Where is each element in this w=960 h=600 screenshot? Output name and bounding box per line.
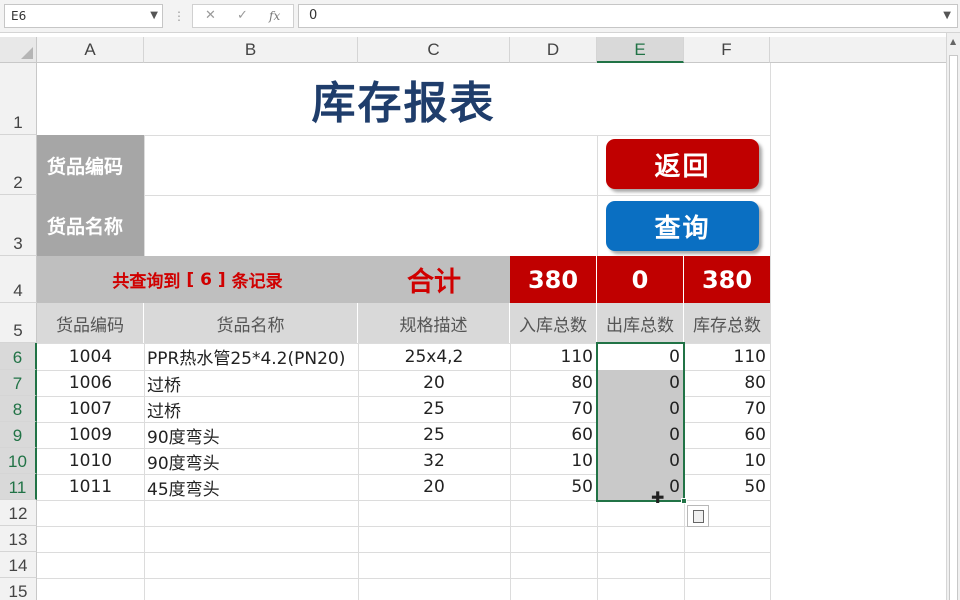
total-label: 合计 [407,267,461,298]
table-cell[interactable]: 25x4,2 [358,343,510,370]
expand-formula-bar-icon[interactable]: ▼ [943,5,951,27]
column-header-d[interactable]: D [510,37,597,63]
insert-function-icon[interactable]: fx [269,9,280,23]
column-header-c[interactable]: C [358,37,510,63]
row-header-7[interactable]: 7 [0,370,37,396]
cursor-cross-icon: ✚ [651,488,665,507]
column-header-empty [770,37,946,63]
formula-input-value: 0 [309,8,318,23]
chevron-down-icon[interactable]: ▼ [150,5,158,27]
table-cell[interactable]: 60 [684,422,770,448]
table-cell[interactable]: 25 [358,422,510,448]
column-header-b[interactable]: B [144,37,358,63]
code-label: 货品编码 [37,135,144,195]
name-label: 货品名称 [37,195,144,256]
table-cell[interactable]: 110 [510,343,597,370]
worksheet[interactable]: A B C D E F 1 2 3 4 5 6 7 8 9 10 11 12 1… [0,37,946,600]
row-header-11[interactable]: 11 [0,474,37,500]
table-cell[interactable]: 0 [597,396,684,422]
table-cell[interactable]: 1011 [37,474,144,500]
table-cell[interactable]: 1010 [37,448,144,474]
table-cell[interactable]: 1009 [37,422,144,448]
formula-input[interactable]: 0 ▼ [298,4,958,28]
quick-analysis-icon[interactable] [687,505,709,527]
table-cell[interactable]: 80 [510,370,597,396]
row-header-6[interactable]: 6 [0,343,37,370]
name-box-value: E6 [11,9,27,23]
code-input-cell[interactable] [144,135,597,195]
table-cell[interactable]: 0 [597,370,684,396]
row-header-1[interactable]: 1 [0,63,37,135]
row-header-14[interactable]: 14 [0,552,37,578]
total-stock: 380 [684,256,770,303]
record-count-text: 共查询到 [ 6 ] 条记录 [37,256,358,303]
column-header-a[interactable]: A [37,37,144,63]
back-button[interactable]: 返回 [606,139,759,189]
name-box[interactable]: E6 ▼ [4,4,163,28]
table-cell[interactable]: 过桥 [144,370,358,396]
row-header-9[interactable]: 9 [0,422,37,448]
header-stock: 库存总数 [684,303,770,343]
column-header-f[interactable]: F [684,37,770,63]
total-out: 0 [597,256,684,303]
table-cell[interactable]: 10 [510,448,597,474]
column-header-e[interactable]: E [597,37,684,63]
table-cell[interactable]: 50 [510,474,597,500]
row-header-3[interactable]: 3 [0,195,37,256]
table-cell[interactable]: 过桥 [144,396,358,422]
name-input-cell[interactable] [144,195,597,256]
table-cell[interactable]: 20 [358,370,510,396]
header-spec: 规格描述 [358,303,510,343]
header-code: 货品编码 [37,303,144,343]
table-cell[interactable]: 0 [597,448,684,474]
row-header-13[interactable]: 13 [0,526,37,552]
scrollbar-thumb[interactable] [949,55,958,600]
row-header-4[interactable]: 4 [0,256,37,303]
record-count-prefix: 共查询到 [112,272,181,292]
table-cell[interactable]: 50 [684,474,770,500]
table-cell[interactable]: 70 [684,396,770,422]
header-in: 入库总数 [510,303,597,343]
enter-icon[interactable]: ✓ [237,8,248,23]
table-cell[interactable]: PPR热水管25*4.2(PN20) [144,343,358,370]
table-cell[interactable]: 25 [358,396,510,422]
table-cell[interactable]: 70 [510,396,597,422]
formula-buttons: ✕ ✓ fx [192,4,294,28]
more-options-icon: ⋮ [173,9,186,23]
table-cell[interactable]: 90度弯头 [144,448,358,474]
row-header-5[interactable]: 5 [0,303,37,343]
fill-handle[interactable] [681,498,687,504]
formula-bar: E6 ▼ ⋮ ✕ ✓ fx 0 ▼ [0,0,960,33]
header-name: 货品名称 [144,303,358,343]
cancel-icon[interactable]: ✕ [205,8,216,23]
report-title: 库存报表 [311,78,496,129]
table-cell[interactable]: 60 [510,422,597,448]
table-cell[interactable]: 32 [358,448,510,474]
select-all-button[interactable] [0,37,37,63]
table-cell[interactable]: 110 [684,343,770,370]
table-cell[interactable]: 1004 [37,343,144,370]
record-count-suffix: 条记录 [231,272,283,292]
table-cell[interactable]: 20 [358,474,510,500]
row-header-15[interactable]: 15 [0,578,37,600]
query-button[interactable]: 查询 [606,201,759,251]
table-cell[interactable]: 10 [684,448,770,474]
record-count-value: [ 6 ] [186,269,226,290]
table-cell[interactable]: 90度弯头 [144,422,358,448]
total-in: 380 [510,256,597,303]
table-cell[interactable]: 1006 [37,370,144,396]
row-header-8[interactable]: 8 [0,396,37,422]
row-header-10[interactable]: 10 [0,448,37,474]
table-cell[interactable]: 45度弯头 [144,474,358,500]
table-cell[interactable]: 80 [684,370,770,396]
vertical-scrollbar[interactable]: ▲ [946,33,960,600]
table-cell[interactable]: 0 [597,422,684,448]
scroll-up-icon[interactable]: ▲ [950,37,956,46]
table-cell[interactable]: 0 [597,474,684,500]
header-out: 出库总数 [597,303,684,343]
row-header-12[interactable]: 12 [0,500,37,526]
table-cell[interactable]: 0 [597,343,684,370]
table-cell[interactable]: 1007 [37,396,144,422]
row-header-2[interactable]: 2 [0,135,37,195]
